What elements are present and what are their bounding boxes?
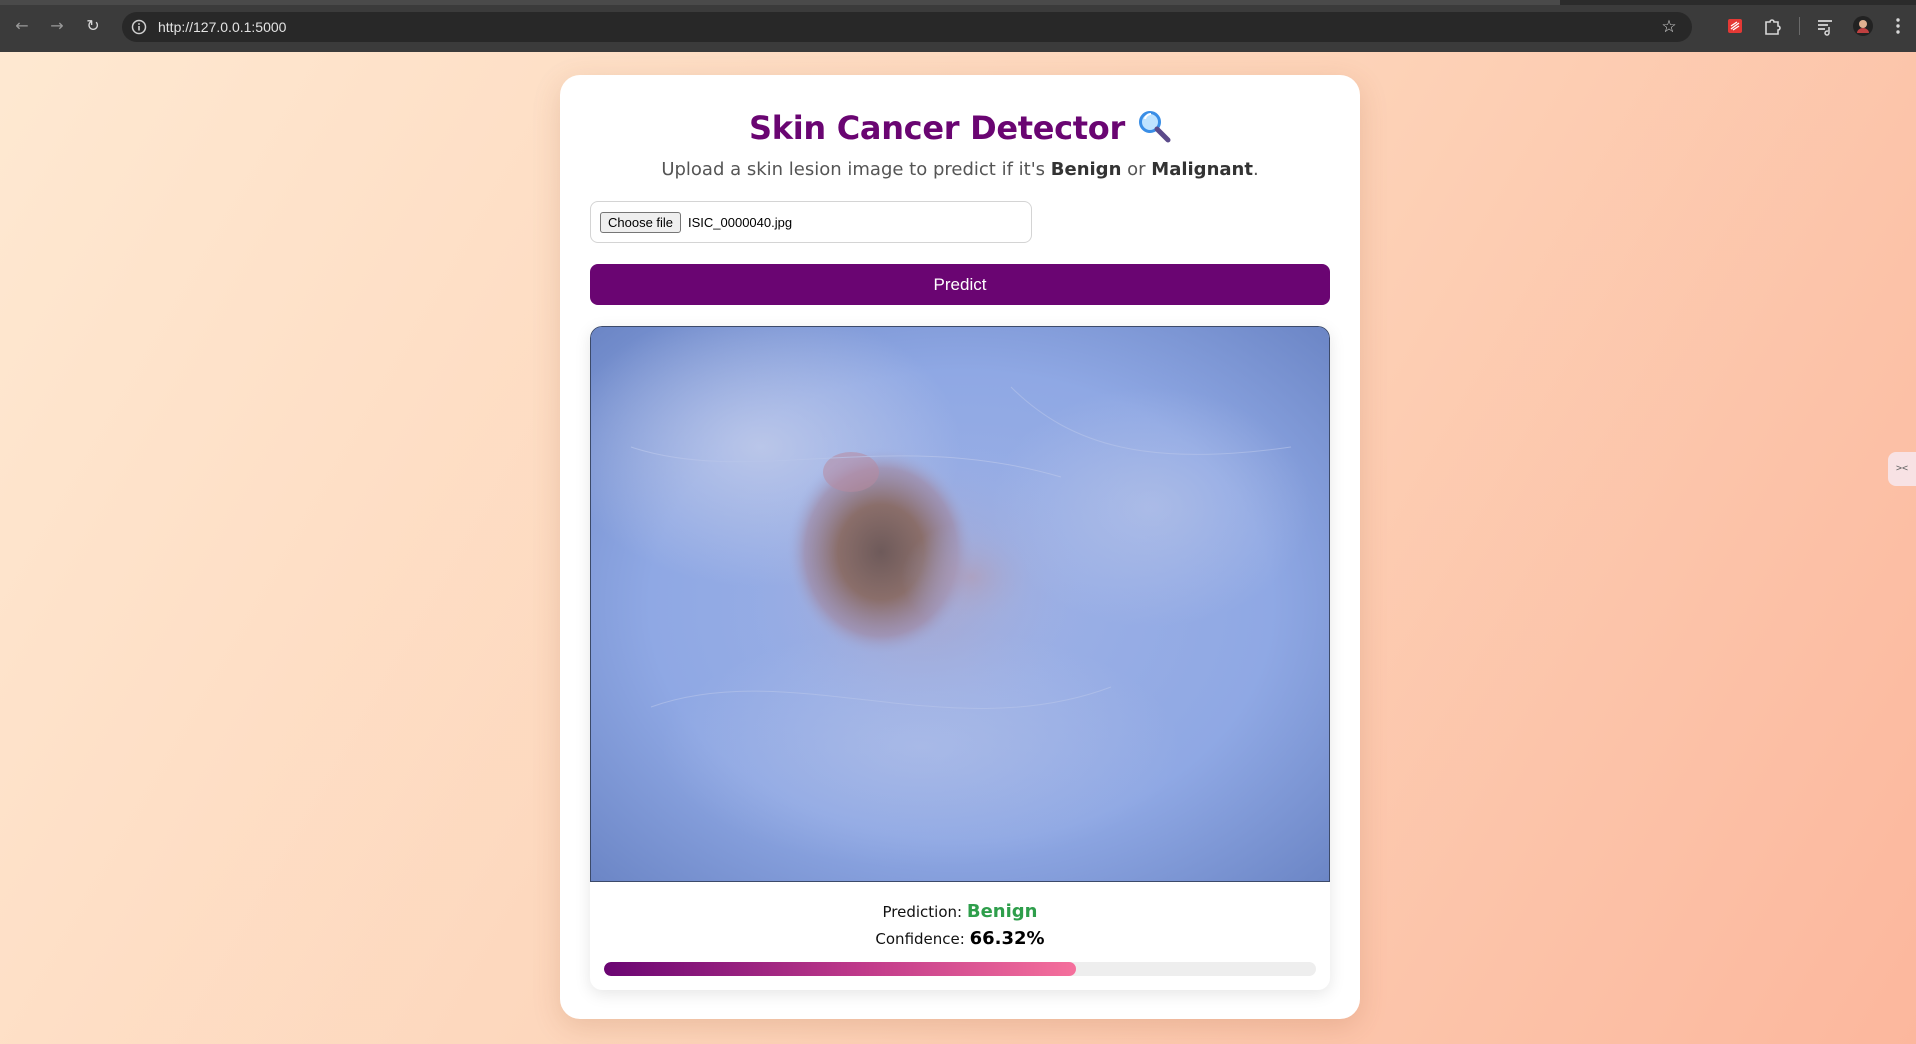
page-title: Skin Cancer Detector <box>560 109 1360 147</box>
predict-button[interactable]: Predict <box>590 264 1330 305</box>
confidence-bar <box>604 962 1316 976</box>
magnifier-icon <box>1138 111 1171 143</box>
forward-arrow-icon[interactable]: → <box>45 14 69 38</box>
file-input[interactable]: Choose file ISIC_0000040.jpg <box>590 201 1032 243</box>
address-bar[interactable]: http://127.0.0.1:5000 ☆ <box>122 12 1692 42</box>
site-info-icon[interactable] <box>130 18 148 36</box>
confidence-value: 66.32% <box>969 928 1045 949</box>
result-panel: Prediction: Benign Confidence: 66.32% <box>590 326 1330 990</box>
reading-list-icon[interactable] <box>1813 14 1837 38</box>
active-tab-strip[interactable] <box>0 0 1560 5</box>
confidence-bar-fill <box>604 962 1077 976</box>
subtitle-or: or <box>1127 159 1146 180</box>
confidence-row: Confidence: 66.32% <box>590 928 1330 949</box>
extension-red-icon[interactable] <box>1723 14 1747 38</box>
prediction-label: Prediction: <box>882 903 963 921</box>
detector-card: Skin Cancer Detector Upload a skin lesio… <box>560 75 1360 1019</box>
confidence-label: Confidence: <box>875 930 965 948</box>
choose-file-button[interactable]: Choose file <box>600 212 682 233</box>
toolbar-divider <box>1799 17 1800 35</box>
prediction-row: Prediction: Benign <box>590 901 1330 922</box>
back-arrow-icon[interactable]: ← <box>10 14 34 38</box>
bookmark-star-icon[interactable]: ☆ <box>1658 16 1680 38</box>
prediction-value: Benign <box>966 901 1038 922</box>
subtitle-suffix: . <box>1252 159 1259 180</box>
extensions-puzzle-icon[interactable] <box>1760 14 1784 38</box>
side-panel-toggle[interactable]: >< <box>1888 452 1916 486</box>
profile-avatar-icon[interactable] <box>1851 14 1875 38</box>
subtitle-benign: Benign <box>1050 159 1122 180</box>
url-text[interactable]: http://127.0.0.1:5000 <box>158 12 286 42</box>
page-subtitle: Upload a skin lesion image to predict if… <box>560 159 1360 180</box>
selected-file-name: ISIC_0000040.jpg <box>688 215 793 230</box>
lesion-image <box>590 326 1330 882</box>
page-title-text: Skin Cancer Detector <box>749 109 1125 147</box>
subtitle-malignant: Malignant <box>1151 159 1253 180</box>
browser-toolbar: ← → ↻ http://127.0.0.1:5000 ☆ <box>0 0 1916 52</box>
reload-icon[interactable]: ↻ <box>81 14 105 38</box>
menu-kebab-icon[interactable] <box>1886 14 1910 38</box>
subtitle-prefix: Upload a skin lesion image to predict if… <box>661 159 1046 180</box>
